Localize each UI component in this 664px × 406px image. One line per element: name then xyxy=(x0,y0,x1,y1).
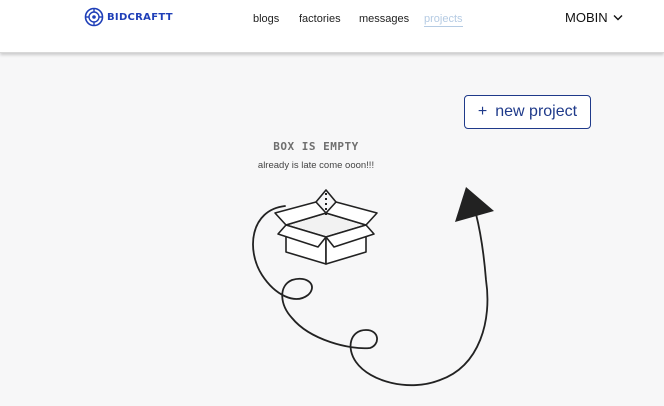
open-box-illustration xyxy=(274,189,378,265)
paper-plane-illustration xyxy=(455,187,494,222)
empty-state-illustration xyxy=(252,187,494,387)
